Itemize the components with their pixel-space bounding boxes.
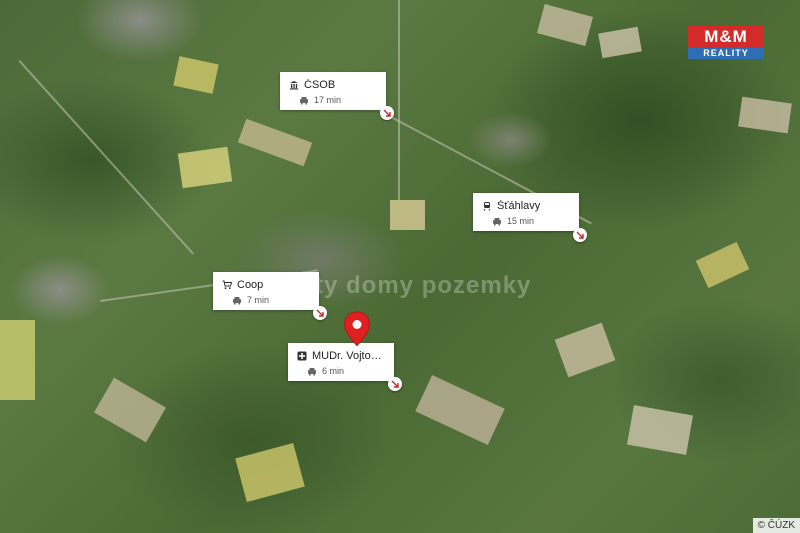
poi-name: ČSOB [304,79,336,91]
location-pointer-icon [573,228,587,242]
map-copyright: © ČÚZK [752,518,800,533]
map-field [173,56,219,94]
car-icon [299,95,309,105]
map-field [598,26,642,59]
car-icon [307,366,317,376]
car-icon [232,295,242,305]
bank-icon [289,80,299,90]
location-pointer-icon [380,106,394,120]
poi-label-coop[interactable]: Coop 7 min [213,272,319,310]
map-field [554,322,616,378]
watermark: byty domy pozemky [285,272,532,299]
cart-icon [222,280,232,290]
map-road [398,0,400,200]
mm-reality-logo: M&M REALITY [688,26,764,60]
map-field [177,146,233,189]
logo-subtext: REALITY [688,48,764,59]
location-pointer-icon [313,306,327,320]
map-field [415,374,505,446]
map-field [235,443,305,502]
location-pointer-icon [388,377,402,391]
map-field [695,241,750,289]
map-field [0,320,35,400]
poi-label-stahlavy[interactable]: Šťáhlavy 15 min [473,193,579,231]
property-location-pin-icon[interactable] [343,311,371,347]
poi-name: Coop [237,279,264,291]
map-field [237,118,313,167]
medical-cross-icon [297,351,307,361]
logo-text: M&M [688,26,764,48]
poi-travel-time: 17 min [314,95,342,105]
poi-label-csob[interactable]: ČSOB 17 min [280,72,386,110]
poi-travel-time: 15 min [507,216,535,226]
car-icon [492,216,502,226]
map-field [626,405,694,455]
poi-travel-time: 6 min [322,366,345,376]
poi-name: MUDr. Vojtová M... [312,350,385,362]
train-icon [482,201,492,211]
poi-name: Šťáhlavy [497,200,541,212]
map-field [536,4,594,46]
poi-label-mudr[interactable]: MUDr. Vojtová M... 6 min [288,343,394,381]
map-view[interactable]: byty domy pozemky ČSOB 17 min Šťáhlavy 1… [0,0,800,533]
map-field [738,96,792,134]
poi-travel-time: 7 min [247,295,270,305]
map-field [390,200,425,230]
map-field [94,377,166,443]
map-road [18,60,194,255]
